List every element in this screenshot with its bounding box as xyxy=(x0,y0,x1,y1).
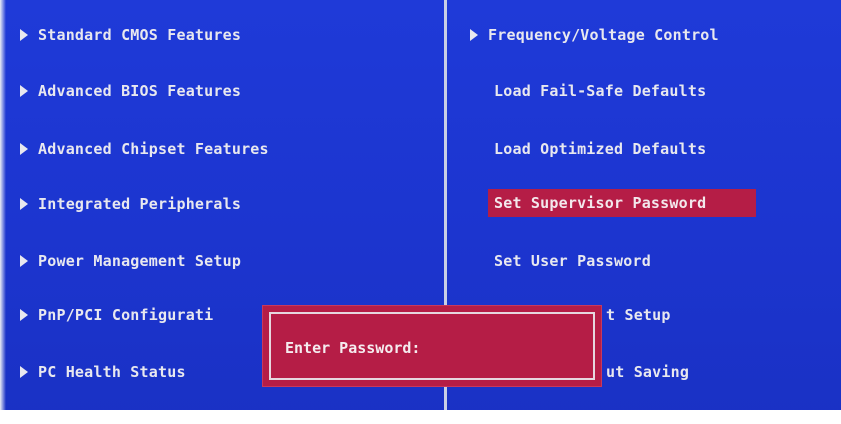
menu-item-label: Frequency/Voltage Control xyxy=(488,26,719,44)
password-input[interactable] xyxy=(453,336,587,362)
menu-item-set-supervisor-password[interactable]: Set Supervisor Password xyxy=(488,189,756,217)
submenu-arrow-icon xyxy=(20,254,28,267)
menu-item-label: Set User Password xyxy=(494,252,651,270)
submenu-arrow-icon xyxy=(20,365,28,378)
menu-item-load-optimized-defaults[interactable]: Load Optimized Defaults xyxy=(494,136,706,162)
menu-item-pc-health-status[interactable]: PC Health Status xyxy=(20,359,186,385)
menu-item-advanced-bios-features[interactable]: Advanced BIOS Features xyxy=(20,78,241,104)
menu-item-save-exit-setup[interactable]: t Setup xyxy=(606,302,671,328)
menu-item-pnp-pci-configuration[interactable]: PnP/PCI Configurati xyxy=(20,302,213,328)
menu-item-label: PC Health Status xyxy=(38,363,186,381)
password-prompt-label: Enter Password: xyxy=(285,339,421,357)
menu-item-standard-cmos-features[interactable]: Standard CMOS Features xyxy=(20,22,241,48)
menu-item-advanced-chipset-features[interactable]: Advanced Chipset Features xyxy=(20,136,269,162)
submenu-arrow-icon xyxy=(20,28,28,41)
menu-item-label: Set Supervisor Password xyxy=(494,194,707,212)
menu-item-label: PnP/PCI Configurati xyxy=(38,306,214,324)
submenu-arrow-icon xyxy=(20,308,28,321)
submenu-arrow-icon xyxy=(470,28,478,41)
menu-item-label: Advanced Chipset Features xyxy=(38,140,269,158)
menu-item-set-user-password[interactable]: Set User Password xyxy=(494,248,651,274)
submenu-arrow-icon xyxy=(20,197,28,210)
menu-item-exit-without-saving[interactable]: ut Saving xyxy=(606,359,689,385)
menu-item-load-fail-safe-defaults[interactable]: Load Fail-Safe Defaults xyxy=(494,78,706,104)
screen-edge xyxy=(0,0,6,424)
bios-screen: Standard CMOS Features Advanced BIOS Fea… xyxy=(0,0,841,424)
menu-item-label: Advanced BIOS Features xyxy=(38,82,242,100)
menu-item-label: t Setup xyxy=(606,306,671,324)
menu-item-label: Power Management Setup xyxy=(38,252,242,270)
submenu-arrow-icon xyxy=(20,142,28,155)
submenu-arrow-icon xyxy=(20,84,28,97)
menu-item-label: ut Saving xyxy=(606,363,690,381)
menu-item-power-management-setup[interactable]: Power Management Setup xyxy=(20,248,241,274)
menu-item-label: Integrated Peripherals xyxy=(38,195,242,213)
menu-item-frequency-voltage-control[interactable]: Frequency/Voltage Control xyxy=(470,22,719,48)
menu-item-integrated-peripherals[interactable]: Integrated Peripherals xyxy=(20,191,241,217)
screen-bottom-border xyxy=(0,410,841,424)
menu-item-label: Load Fail-Safe Defaults xyxy=(494,82,707,100)
menu-item-label: Standard CMOS Features xyxy=(38,26,242,44)
menu-item-label: Load Optimized Defaults xyxy=(494,140,707,158)
password-dialog: Enter Password: xyxy=(262,305,602,387)
